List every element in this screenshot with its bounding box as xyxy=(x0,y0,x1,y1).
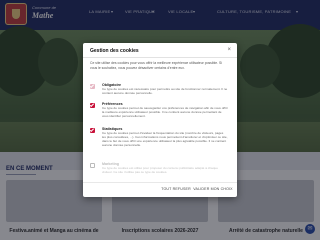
save-choice-button[interactable]: VALIDER MON CHOIX xyxy=(193,186,233,193)
close-icon[interactable]: × xyxy=(227,47,231,53)
dialog-intro: Ce site utilise des cookies pour vous of… xyxy=(90,61,223,70)
checkbox-preferences[interactable] xyxy=(90,103,95,108)
checkbox-obligatoire xyxy=(90,84,95,89)
option-description: Ce type de cookies permet de sauvegarder… xyxy=(102,106,228,118)
checkbox-marketing xyxy=(90,163,95,168)
option-description: Ce type de cookies est nécessaire pour p… xyxy=(102,87,228,95)
refuse-all-button[interactable]: TOUT REFUSER xyxy=(161,186,191,193)
option-description: Ce type de cookies est utilisé pour prop… xyxy=(102,166,218,174)
cookie-consent-dialog: Gestion des cookies × Ce site utilise de… xyxy=(83,43,237,197)
divider xyxy=(83,182,237,183)
divider xyxy=(83,57,237,58)
option-description: Ce type de cookies permet d'évaluer la f… xyxy=(102,131,228,147)
checkbox-statistiques[interactable] xyxy=(90,128,95,133)
dialog-title: Gestion des cookies xyxy=(90,48,139,54)
